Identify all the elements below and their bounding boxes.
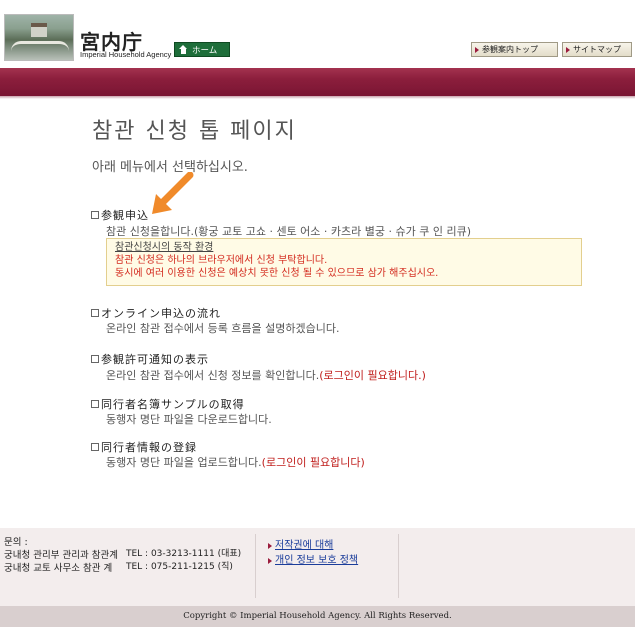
menu-item-heading[interactable]: 同行者名簿サンプルの取得 bbox=[101, 398, 245, 411]
checkbox-square-icon bbox=[91, 355, 99, 363]
menu-item-desc-row: 온라인 참관 접수에서 신청 정보를 확인합니다.(로그인이 필요합니다.) bbox=[106, 367, 426, 383]
footer-divider bbox=[398, 534, 399, 598]
guide-top-label: 参観案内トップ bbox=[482, 45, 538, 54]
checkbox-square-icon bbox=[91, 309, 99, 317]
menu-item-desc: 온라인 참관 접수에서 등록 흐름을 설명하겠습니다. bbox=[106, 322, 340, 335]
triangle-right-icon bbox=[475, 46, 479, 53]
triangle-right-icon bbox=[566, 46, 570, 53]
menu-item-desc: 동행자 명단 파일을 다운로드합니다. bbox=[106, 413, 272, 426]
site-header: 宮内庁 Imperial Household Agency ホーム 参観案内トッ… bbox=[0, 0, 635, 68]
menu-item-desc: 동행자 명단 파일을 업로드합니다. bbox=[106, 456, 262, 469]
logo-bridge-shape bbox=[11, 41, 69, 51]
home-button-label: ホーム bbox=[192, 45, 218, 56]
footer-contact: 문의 : 궁내청 관리부 관리과 참관계 궁내청 교토 사무소 참관 계 bbox=[4, 536, 124, 575]
menu-item-heading[interactable]: 参観申込 bbox=[101, 209, 149, 222]
triangle-right-icon bbox=[268, 542, 272, 549]
logo-tower-shape bbox=[31, 23, 47, 37]
menu-item-heading[interactable]: 参観許可通知の表示 bbox=[101, 353, 209, 366]
footer-links: 저작권에 대해 개인 정보 보호 정책 bbox=[268, 538, 358, 568]
privacy-policy-link[interactable]: 개인 정보 보호 정책 bbox=[268, 553, 358, 568]
page-title: 참관 신청 톱 페이지 bbox=[92, 119, 297, 144]
tel-1: TEL : 03-3213-1111 (대표) bbox=[126, 549, 242, 559]
menu-item-desc: 온라인 참관 접수에서 신청 정보를 확인합니다. bbox=[106, 369, 320, 382]
header-band bbox=[0, 68, 635, 99]
menu-item-heading[interactable]: 同行者情報の登録 bbox=[101, 441, 197, 454]
menu-item-heading[interactable]: オンライン申込の流れ bbox=[101, 307, 221, 320]
menu-item-companion-sample[interactable]: 同行者名簿サンプルの取得 bbox=[91, 396, 245, 412]
menu-item-desc-row: 동행자 명단 파일을 업로드합니다.(로그인이 필요합니다) bbox=[106, 454, 365, 470]
guide-top-button[interactable]: 参観案内トップ bbox=[471, 42, 558, 57]
tel-2: TEL : 075-211-1215 (직) bbox=[126, 562, 233, 572]
notice-title[interactable]: 참관신청시의 동작 환경 bbox=[115, 241, 573, 254]
checkbox-square-icon bbox=[91, 443, 99, 451]
footer-divider bbox=[255, 534, 256, 598]
checkbox-square-icon bbox=[91, 400, 99, 408]
logo-photo-image[interactable] bbox=[4, 14, 74, 61]
notice-box: 참관신청시의 동작 환경 참관 신청은 하나의 브라우저에서 신청 부탁합니다.… bbox=[106, 238, 582, 286]
home-button[interactable]: ホーム bbox=[174, 42, 230, 57]
checkbox-square-icon bbox=[91, 211, 99, 219]
sitemap-button[interactable]: サイトマップ bbox=[562, 42, 632, 57]
sitemap-label: サイトマップ bbox=[573, 45, 621, 54]
home-icon bbox=[179, 45, 188, 54]
contact-label: 문의 : bbox=[4, 537, 28, 548]
copyright-policy-link[interactable]: 저작권에 대해 bbox=[268, 538, 358, 553]
login-required-note: (로그인이 필요합니다.) bbox=[319, 369, 426, 382]
menu-item-companion-register[interactable]: 同行者情報の登録 bbox=[91, 439, 197, 455]
menu-item-desc: 참관 신청을합니다.(황궁 교토 고쇼 · 센토 어소 · 카츠라 별궁 · 슈… bbox=[106, 225, 471, 238]
login-required-note: (로그인이 필요합니다) bbox=[261, 456, 365, 469]
pointer-arrow-icon bbox=[152, 172, 194, 214]
contact-office-1: 궁내청 관리부 관리과 참관계 bbox=[4, 550, 118, 561]
footer-tel: TEL : 03-3213-1111 (대표) TEL : 075-211-12… bbox=[126, 548, 241, 574]
copyright-policy-label[interactable]: 저작권에 대해 bbox=[275, 538, 333, 553]
copyright-bar: Copyright © Imperial Household Agency. A… bbox=[0, 606, 635, 627]
notice-line-1: 참관 신청은 하나의 브라우저에서 신청 부탁합니다. bbox=[115, 255, 328, 266]
menu-item-apply[interactable]: 参観申込 bbox=[91, 207, 149, 223]
menu-item-online-flow[interactable]: オンライン申込の流れ bbox=[91, 305, 221, 321]
privacy-policy-label[interactable]: 개인 정보 보호 정책 bbox=[275, 553, 358, 568]
triangle-right-icon bbox=[268, 557, 272, 564]
logo-subtitle: Imperial Household Agency bbox=[80, 50, 172, 59]
notice-line-2: 동시에 여러 이용한 신청은 예상치 못한 신청 될 수 있으므로 삼가 해주십… bbox=[115, 268, 439, 279]
menu-item-permit-notice[interactable]: 参観許可通知の表示 bbox=[91, 351, 209, 367]
site-footer: 문의 : 궁내청 관리부 관리과 참관계 궁내청 교토 사무소 참관 계 TEL… bbox=[0, 528, 635, 606]
contact-office-2: 궁내청 교토 사무소 참관 계 bbox=[4, 563, 113, 574]
